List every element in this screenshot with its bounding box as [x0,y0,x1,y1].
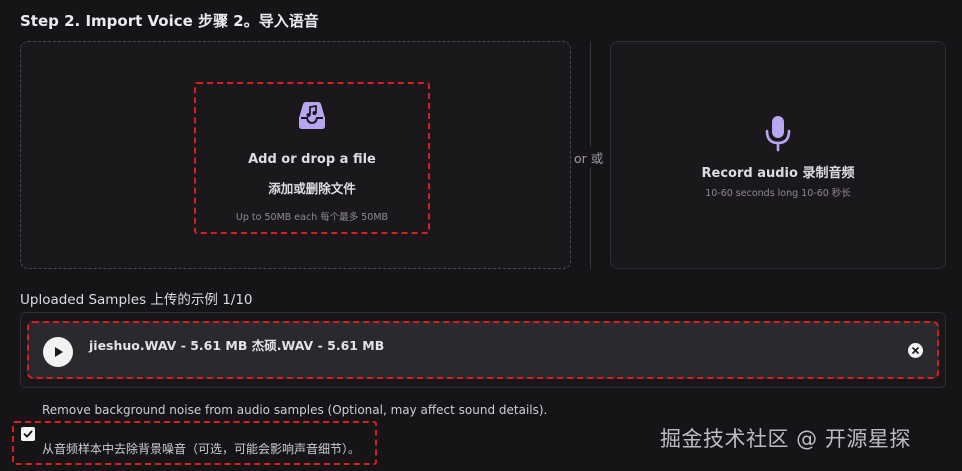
record-audio-button[interactable]: Record audio 录制音频 10-60 seconds long 10-… [610,41,946,269]
play-button[interactable] [43,337,73,367]
file-drop-zone[interactable]: Add or drop a file 添加或删除文件 Up to 50MB ea… [20,41,571,269]
file-size-limit: Up to 50MB each 每个最多 50MB [235,212,389,223]
noise-removal-label-cn: 从音频样本中去除背景噪音（可选，可能会影响声音细节）。 [42,442,361,456]
list-item: jieshuo.WAV - 5.61 MB 杰硕.WAV - 5.61 MB [27,321,939,379]
close-icon [912,347,919,354]
drop-instruction: Add or drop a file [248,152,376,167]
add-file-button[interactable]: Add or drop a file 添加或删除文件 Up to 50MB ea… [194,82,430,234]
record-label: Record audio 录制音频 [701,166,855,181]
drop-instruction-cn: 添加或删除文件 [268,181,356,196]
remove-sample-button[interactable] [908,343,923,358]
play-icon [55,347,63,357]
microphone-icon [765,116,791,152]
sample-file-name: jieshuo.WAV - 5.61 MB 杰硕.WAV - 5.61 MB [89,338,385,353]
checkmark-icon [23,430,33,438]
uploaded-samples-list: jieshuo.WAV - 5.61 MB 杰硕.WAV - 5.61 MB [20,312,946,388]
uploaded-samples-title: Uploaded Samples 上传的示例 1/10 [20,292,253,308]
noise-removal-label: Remove background noise from audio sampl… [42,403,548,417]
noise-removal-checkbox[interactable] [21,427,35,441]
or-separator: or 或 [572,147,606,168]
inbox-music-icon [299,102,325,129]
record-duration-hint: 10-60 seconds long 10-60 秒长 [705,188,851,199]
noise-removal-option: 从音频样本中去除背景噪音（可选，可能会影响声音细节）。 [12,421,377,465]
step-title: Step 2. Import Voice 步骤 2。导入语音 [20,12,319,30]
watermark: 掘金技术社区 @ 开源星探 [660,427,911,451]
